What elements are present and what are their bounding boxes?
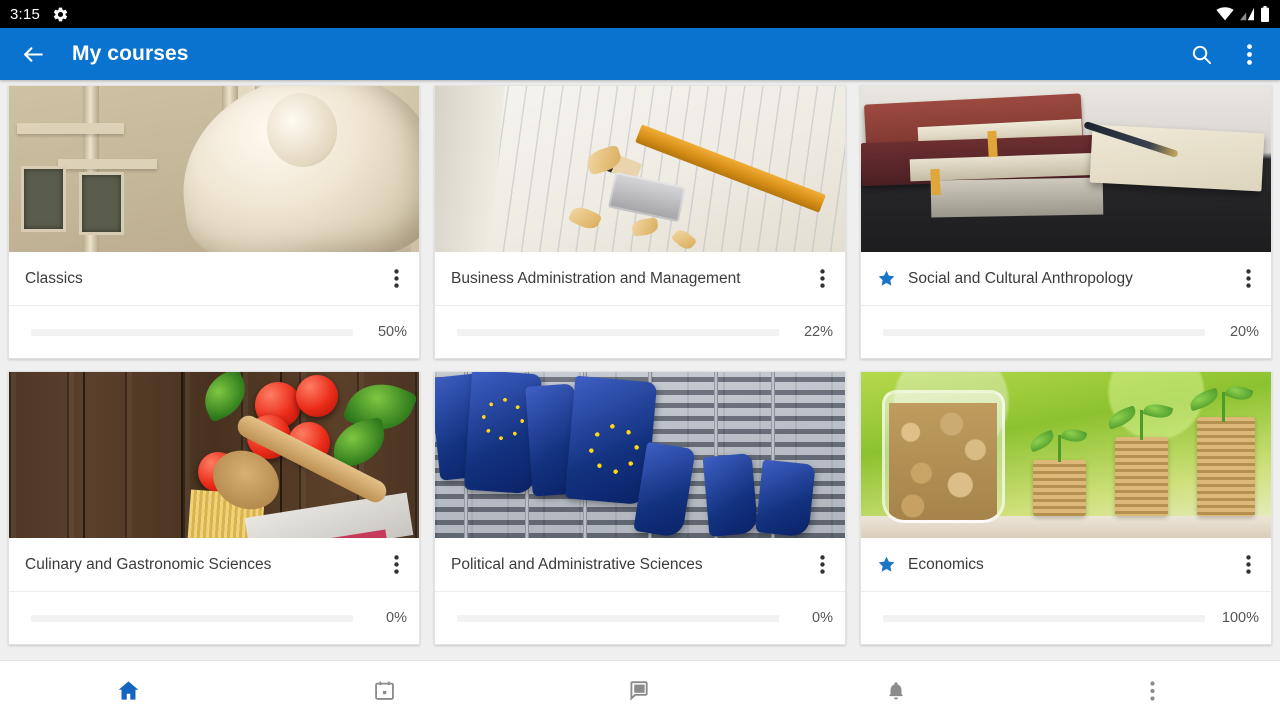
progress-bar	[457, 614, 779, 622]
battery-icon	[1260, 6, 1270, 22]
progress-percent: 50%	[377, 324, 407, 340]
course-progress-row: 0%	[435, 592, 845, 644]
course-title: Political and Administrative Sciences	[451, 555, 703, 573]
nav-item-calendar[interactable]	[256, 661, 512, 720]
nav-item-messages[interactable]	[512, 661, 768, 720]
course-card[interactable]: Business Administration and Management 2…	[434, 85, 846, 359]
nav-item-notifications[interactable]	[768, 661, 1024, 720]
course-thumbnail	[861, 372, 1271, 538]
favorite-star-icon[interactable]	[877, 555, 896, 574]
course-progress-row: 0%	[9, 592, 419, 644]
status-bar-indicators	[1216, 6, 1270, 22]
course-title-row: Economics	[861, 538, 1271, 592]
course-grid: Classics 50% Business Administration and…	[0, 80, 1280, 645]
course-card[interactable]: Political and Administrative Sciences 0%	[434, 371, 846, 645]
course-title-row: Business Administration and Management	[435, 252, 845, 306]
calendar-icon	[373, 679, 396, 702]
more-overflow-icon	[1149, 680, 1155, 701]
course-list-container[interactable]: Classics 50% Business Administration and…	[0, 80, 1280, 660]
favorite-star-icon[interactable]	[877, 269, 896, 288]
course-title-row: Classics	[9, 252, 419, 306]
course-menu-icon[interactable]	[1231, 543, 1265, 587]
progress-percent: 100%	[1221, 610, 1259, 626]
course-title: Business Administration and Management	[451, 269, 741, 287]
nav-item-more[interactable]	[1024, 661, 1280, 720]
progress-percent: 0%	[386, 610, 407, 626]
home-icon	[116, 678, 141, 703]
course-card[interactable]: Economics 100%	[860, 371, 1272, 645]
progress-bar	[31, 614, 353, 622]
search-icon[interactable]	[1186, 39, 1216, 69]
course-card[interactable]: Classics 50%	[8, 85, 420, 359]
progress-percent: 22%	[803, 324, 833, 340]
progress-bar	[457, 328, 779, 336]
course-menu-icon[interactable]	[379, 543, 413, 587]
status-bar: 3:15	[0, 0, 1280, 28]
app-bar: My courses	[0, 28, 1280, 80]
course-title: Culinary and Gastronomic Sciences	[25, 555, 272, 573]
notifications-bell-icon	[885, 679, 907, 703]
course-menu-icon[interactable]	[805, 543, 839, 587]
nav-item-home[interactable]	[0, 661, 256, 720]
messages-icon	[628, 679, 652, 703]
course-menu-icon[interactable]	[1231, 257, 1265, 301]
course-title-row: Culinary and Gastronomic Sciences	[9, 538, 419, 592]
overflow-menu-icon[interactable]	[1234, 39, 1264, 69]
course-title: Classics	[25, 269, 83, 287]
progress-percent: 20%	[1229, 324, 1259, 340]
course-menu-icon[interactable]	[379, 257, 413, 301]
course-title-row: Social and Cultural Anthropology	[861, 252, 1271, 306]
course-title: Economics	[908, 555, 984, 573]
wifi-icon	[1216, 7, 1234, 21]
bottom-navigation-bar	[0, 660, 1280, 720]
progress-bar	[883, 614, 1205, 622]
course-card[interactable]: Culinary and Gastronomic Sciences 0%	[8, 371, 420, 645]
course-progress-row: 20%	[861, 306, 1271, 358]
cell-signal-icon	[1239, 7, 1255, 21]
app-bar-actions	[1186, 39, 1264, 69]
settings-gear-icon	[52, 6, 69, 23]
course-title: Social and Cultural Anthropology	[908, 269, 1133, 287]
course-progress-row: 22%	[435, 306, 845, 358]
course-menu-icon[interactable]	[805, 257, 839, 301]
course-thumbnail	[435, 372, 845, 538]
progress-bar	[883, 328, 1205, 336]
course-thumbnail	[9, 86, 419, 252]
course-thumbnail	[435, 86, 845, 252]
course-thumbnail	[9, 372, 419, 538]
course-thumbnail	[861, 86, 1271, 252]
course-title-row: Political and Administrative Sciences	[435, 538, 845, 592]
app-root: 3:15 My courses Classics 50% Business Ad…	[0, 0, 1280, 720]
progress-percent: 0%	[812, 610, 833, 626]
progress-bar	[31, 328, 353, 336]
back-arrow-icon[interactable]	[16, 37, 50, 71]
page-title: My courses	[72, 42, 189, 65]
course-progress-row: 50%	[9, 306, 419, 358]
status-bar-clock: 3:15	[10, 5, 40, 23]
course-progress-row: 100%	[861, 592, 1271, 644]
course-card[interactable]: Social and Cultural Anthropology 20%	[860, 85, 1272, 359]
